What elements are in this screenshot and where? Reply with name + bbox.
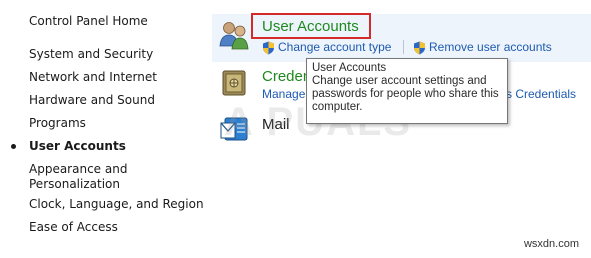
- sidebar-item-user-accounts[interactable]: User Accounts: [29, 139, 126, 154]
- vault-icon[interactable]: [222, 70, 246, 100]
- change-account-type-link[interactable]: Change account type: [278, 40, 391, 54]
- sidebar-item-control-panel-home[interactable]: Control Panel Home: [29, 14, 148, 29]
- remove-user-accounts-link[interactable]: Remove user accounts: [429, 40, 552, 54]
- site-watermark: wsxdn.com: [523, 238, 579, 250]
- sidebar-item-programs[interactable]: Programs: [29, 116, 86, 131]
- sidebar-item-clock-language-region[interactable]: Clock, Language, and Region: [29, 197, 204, 212]
- users-icon[interactable]: [218, 20, 250, 54]
- manage-credentials-link[interactable]: Manage: [262, 87, 305, 101]
- sidebar-item-system-security[interactable]: System and Security: [29, 47, 153, 62]
- highlight-box: [251, 13, 371, 39]
- tooltip-title: User Accounts: [312, 62, 387, 74]
- sidebar-item-ease-of-access[interactable]: Ease of Access: [29, 220, 118, 235]
- sidebar-item-personalization[interactable]: Personalization: [29, 177, 120, 192]
- tooltip-line: Change user account settings and: [312, 75, 487, 87]
- uac-shield-icon: [262, 40, 275, 59]
- tooltip-line: passwords for people who share this: [312, 88, 499, 100]
- sidebar: Control Panel Home System and Security N…: [0, 0, 204, 258]
- sidebar-item-network-internet[interactable]: Network and Internet: [29, 70, 157, 85]
- sidebar-item-appearance[interactable]: Appearance and: [29, 162, 127, 177]
- uac-shield-icon: [413, 40, 426, 59]
- user-accounts-tooltip: User Accounts Change user account settin…: [306, 58, 508, 124]
- credential-manager-title[interactable]: Creden: [262, 68, 311, 85]
- manage-credentials-link-tail[interactable]: s Credentials: [506, 87, 576, 101]
- tooltip-line: computer.: [312, 101, 363, 113]
- sidebar-item-hardware-sound[interactable]: Hardware and Sound: [29, 93, 155, 108]
- link-separator: [403, 40, 404, 54]
- active-bullet: [11, 144, 16, 149]
